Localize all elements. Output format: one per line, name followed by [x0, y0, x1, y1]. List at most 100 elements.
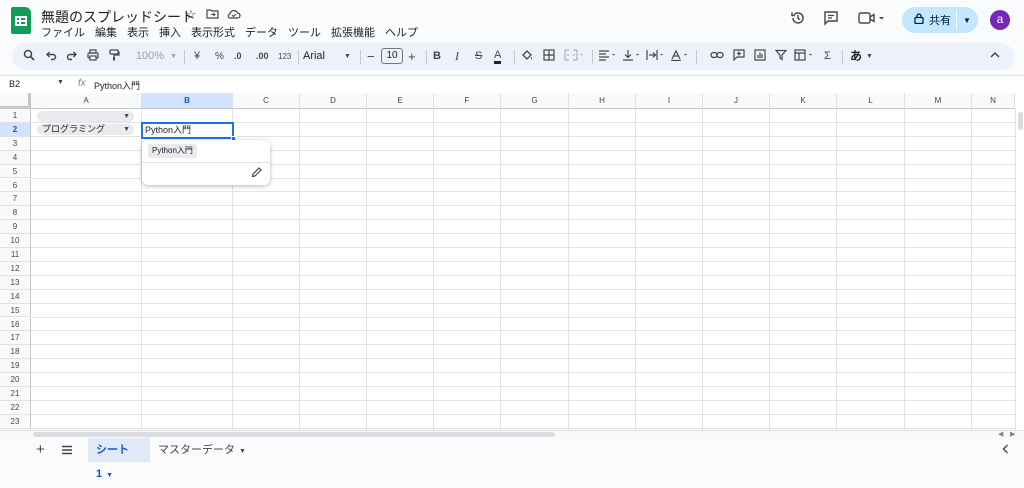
cloud-status-icon[interactable]: [227, 7, 241, 22]
avatar[interactable]: a: [990, 10, 1010, 30]
menu-edit[interactable]: 編集: [95, 24, 117, 40]
row-header-5[interactable]: 5: [0, 164, 31, 179]
vertical-scrollbar[interactable]: [1015, 109, 1024, 430]
zoom-caret-icon[interactable]: ▼: [170, 49, 177, 64]
version-history-icon[interactable]: [790, 10, 806, 30]
scroll-left-icon[interactable]: ◀: [998, 430, 1003, 438]
edit-dropdown-icon[interactable]: [251, 167, 262, 181]
row-header-16[interactable]: 16: [0, 317, 31, 332]
comments-icon[interactable]: [823, 10, 839, 30]
horizontal-scrollbar[interactable]: ◀ ▶: [0, 430, 1024, 438]
menu-extensions[interactable]: 拡張機能: [331, 24, 375, 40]
row-header-2[interactable]: 2: [0, 122, 31, 137]
vertical-align-icon[interactable]: [622, 49, 642, 64]
collapse-toolbar-icon[interactable]: [990, 49, 1000, 64]
row-header-14[interactable]: 14: [0, 289, 31, 304]
filter-views-icon[interactable]: [794, 49, 816, 64]
row-header-4[interactable]: 4: [0, 150, 31, 165]
column-header-d[interactable]: D: [300, 93, 367, 109]
paint-format-icon[interactable]: [108, 49, 120, 64]
row-header-18[interactable]: 18: [0, 345, 31, 360]
filter-icon[interactable]: [774, 49, 788, 64]
sheets-logo-icon[interactable]: [11, 7, 31, 34]
add-sheet-icon[interactable]: +: [36, 441, 45, 458]
text-color-button[interactable]: A: [494, 49, 502, 64]
zoom-select[interactable]: 100%: [130, 49, 170, 64]
row-header-15[interactable]: 15: [0, 303, 31, 318]
share-options-caret-icon[interactable]: ▼: [963, 16, 971, 25]
star-icon[interactable]: ☆: [185, 7, 197, 23]
font-size-input[interactable]: 10: [381, 48, 403, 64]
column-header-g[interactable]: G: [501, 93, 569, 109]
currency-format-button[interactable]: ¥: [194, 49, 200, 64]
share-button[interactable]: 共有 ▼: [902, 7, 978, 33]
row-header-1[interactable]: 1: [0, 109, 31, 123]
insert-chart-icon[interactable]: [754, 49, 766, 64]
formula-input[interactable]: Python入門: [94, 79, 140, 92]
sheet-tab-master-data[interactable]: マスターデータ ▼: [150, 438, 254, 462]
decrease-font-size-icon[interactable]: −: [367, 49, 375, 64]
all-sheets-icon[interactable]: [61, 443, 73, 458]
number-format-button[interactable]: 123: [278, 49, 291, 64]
vertical-scroll-thumb[interactable]: [1018, 112, 1023, 130]
sheet-tab-master-data-caret-icon[interactable]: ▼: [239, 448, 246, 455]
spreadsheet-grid[interactable]: A B C D E F G H I J K L M N 1 2 3 4 5 6 7 8 9 10 1…: [0, 93, 1024, 430]
bold-button[interactable]: B: [433, 49, 441, 64]
horizontal-align-icon[interactable]: [598, 49, 618, 64]
menu-data[interactable]: データ: [245, 24, 278, 40]
column-header-e[interactable]: E: [367, 93, 434, 109]
row-header-11[interactable]: 11: [0, 248, 31, 262]
column-header-l[interactable]: L: [837, 93, 905, 109]
increase-decimal-button[interactable]: .00: [256, 49, 269, 64]
row-header-7[interactable]: 7: [0, 192, 31, 207]
row-header-22[interactable]: 22: [0, 400, 31, 415]
explore-collapse-icon[interactable]: [1002, 444, 1009, 457]
row-header-10[interactable]: 10: [0, 234, 31, 248]
row-header-19[interactable]: 19: [0, 359, 31, 374]
print-icon[interactable]: [87, 49, 99, 64]
menu-insert[interactable]: 挿入: [159, 24, 181, 40]
column-header-b[interactable]: B: [142, 93, 233, 109]
row-header-23[interactable]: 23: [0, 414, 31, 429]
a2-dropdown-caret-icon[interactable]: ▼: [123, 124, 130, 135]
row-header-17[interactable]: 17: [0, 331, 31, 346]
percent-format-button[interactable]: %: [215, 49, 224, 64]
merge-cells-icon[interactable]: [564, 49, 584, 64]
fill-color-icon[interactable]: [521, 49, 534, 64]
row-header-6[interactable]: 6: [0, 178, 31, 193]
active-cell-b2[interactable]: Python入門: [141, 122, 234, 139]
menu-view[interactable]: 表示: [127, 24, 149, 40]
font-select[interactable]: Arial: [300, 49, 328, 64]
move-folder-icon[interactable]: [206, 7, 219, 22]
row-header-21[interactable]: 21: [0, 387, 31, 401]
menu-help[interactable]: ヘルプ: [385, 24, 418, 40]
column-header-k[interactable]: K: [770, 93, 837, 109]
column-header-n[interactable]: N: [972, 93, 1015, 109]
row-header-9[interactable]: 9: [0, 220, 31, 235]
column-header-a[interactable]: A: [31, 93, 142, 109]
column-header-m[interactable]: M: [905, 93, 972, 109]
search-menus-icon[interactable]: [23, 49, 35, 64]
horizontal-scroll-thumb[interactable]: [33, 432, 555, 437]
a1-dropdown-chip[interactable]: ▼: [37, 111, 134, 122]
meet-icon[interactable]: [858, 10, 886, 30]
functions-button[interactable]: Σ: [824, 49, 831, 64]
menu-format[interactable]: 表示形式: [191, 24, 235, 40]
sheet-tab-1[interactable]: シート1 ▼: [88, 438, 150, 480]
a1-dropdown-caret-icon[interactable]: ▼: [123, 111, 130, 122]
scroll-right-icon[interactable]: ▶: [1010, 430, 1015, 438]
decrease-decimal-button[interactable]: .0: [234, 49, 242, 64]
menu-file[interactable]: ファイル: [41, 24, 85, 40]
text-rotation-icon[interactable]: [670, 49, 690, 64]
text-wrapping-icon[interactable]: [646, 49, 666, 64]
strikethrough-button[interactable]: S: [475, 49, 482, 64]
row-header-8[interactable]: 8: [0, 206, 31, 221]
column-header-j[interactable]: J: [703, 93, 770, 109]
dropdown-option[interactable]: Python入門: [148, 144, 197, 158]
column-header-h[interactable]: H: [569, 93, 636, 109]
font-caret-icon[interactable]: ▼: [344, 49, 351, 64]
borders-icon[interactable]: [543, 49, 555, 64]
column-header-c[interactable]: C: [233, 93, 300, 109]
redo-icon[interactable]: [66, 49, 78, 64]
insert-comment-icon[interactable]: [733, 49, 745, 64]
